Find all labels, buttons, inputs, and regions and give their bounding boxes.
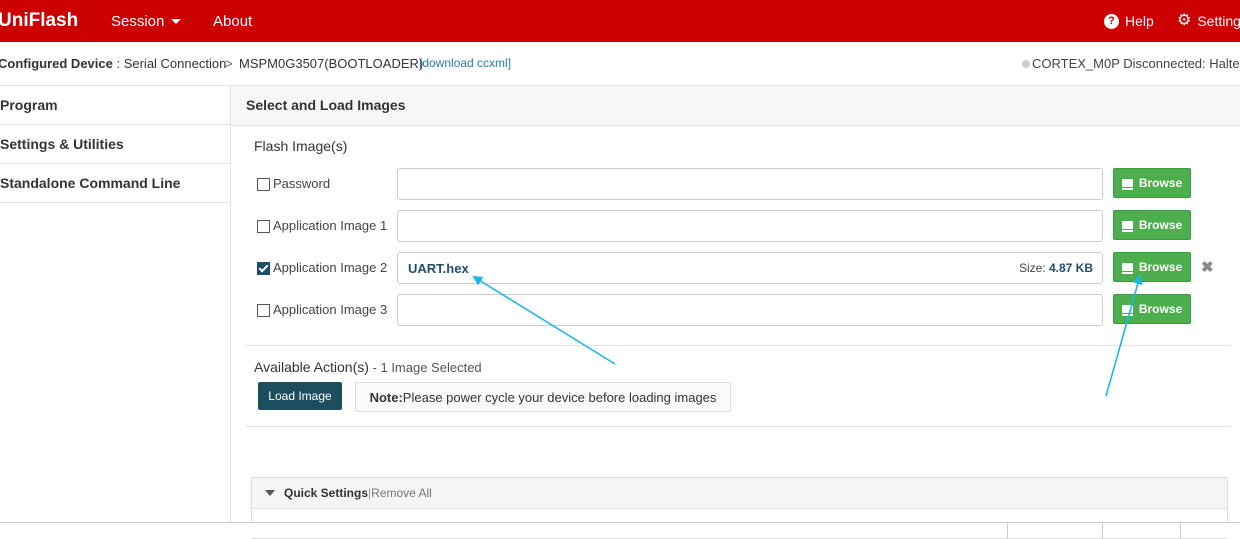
configured-device-label: Configured Device bbox=[0, 56, 113, 71]
load-image-button[interactable]: Load Image bbox=[258, 382, 342, 410]
top-nav-bar: UniFlash Session About ? Help ⚙ Settings bbox=[0, 0, 1240, 42]
power-cycle-note: Note: Please power cycle your device bef… bbox=[355, 382, 731, 412]
app-logo: UniFlash bbox=[0, 0, 92, 42]
app-image-1-checkbox[interactable] bbox=[257, 220, 270, 233]
breadcrumb: Configured Device : Serial Connection > … bbox=[0, 42, 1240, 86]
remove-all-link[interactable]: Remove All bbox=[371, 486, 432, 500]
panel-header: Select and Load Images bbox=[231, 86, 1240, 126]
browse-button-app1[interactable]: Browse bbox=[1113, 210, 1191, 240]
divider bbox=[1102, 523, 1103, 538]
divider bbox=[1180, 523, 1181, 538]
configured-device: Configured Device : Serial Connection bbox=[0, 56, 226, 71]
status-text: CORTEX_M0P Disconnected: Halted bbox=[1032, 56, 1240, 71]
settings-label: Settings bbox=[1197, 13, 1240, 29]
available-actions-title: Available Action(s) - 1 Image Selected bbox=[254, 359, 482, 375]
row-label: Application Image 2 bbox=[273, 260, 388, 275]
browse-label: Browse bbox=[1138, 302, 1183, 316]
bottom-status-bar bbox=[0, 522, 1240, 538]
row-label: Application Image 1 bbox=[273, 218, 388, 233]
app-image-3-checkbox[interactable] bbox=[257, 304, 270, 317]
actions-label: Available Action(s) bbox=[254, 359, 369, 375]
status-dot-icon bbox=[1022, 60, 1030, 68]
quick-settings-label: Quick Settings bbox=[284, 486, 369, 500]
settings-button[interactable]: ⚙ Settings bbox=[1177, 0, 1240, 42]
note-text: Please power cycle your device before lo… bbox=[402, 389, 717, 405]
device-name: MSPM0G3507(BOOTLOADER) bbox=[239, 56, 424, 71]
divider bbox=[246, 426, 1231, 427]
app-image-2-checkbox[interactable] bbox=[257, 262, 270, 275]
browse-button-password[interactable]: Browse bbox=[1113, 168, 1191, 198]
row-label: Application Image 3 bbox=[273, 302, 388, 317]
about-menu[interactable]: About bbox=[213, 0, 252, 42]
row-label: Password bbox=[273, 176, 331, 191]
help-button[interactable]: ? Help bbox=[1104, 0, 1154, 42]
divider bbox=[1007, 523, 1008, 538]
file-name: UART.hex bbox=[408, 261, 469, 276]
session-menu[interactable]: Session bbox=[111, 0, 182, 42]
browse-button-app2[interactable]: Browse bbox=[1113, 252, 1191, 282]
image-row-password: Password Browse bbox=[254, 168, 1240, 200]
sidebar-item-program[interactable]: Program bbox=[0, 86, 230, 125]
gear-icon: ⚙ bbox=[1177, 12, 1192, 29]
browse-label: Browse bbox=[1138, 218, 1183, 232]
sidebar-item-settings-utilities[interactable]: Settings & Utilities bbox=[0, 125, 230, 164]
download-ccxml-link[interactable]: [download ccxml] bbox=[419, 56, 511, 70]
divider bbox=[246, 345, 1231, 346]
app-image-1-file-input[interactable] bbox=[397, 210, 1103, 242]
app-image-3-file-input[interactable] bbox=[397, 294, 1103, 326]
hdd-icon bbox=[1121, 221, 1133, 232]
actions-count: - 1 Image Selected bbox=[368, 360, 482, 375]
file-size: Size: 4.87 KB bbox=[1019, 261, 1093, 275]
breadcrumb-separator: > bbox=[225, 56, 233, 71]
hdd-icon bbox=[1121, 179, 1133, 190]
note-label: Note: bbox=[369, 389, 403, 405]
quick-settings-header[interactable]: Quick Settings | Remove All bbox=[252, 478, 1227, 509]
hdd-icon bbox=[1121, 305, 1133, 316]
size-value: 4.87 KB bbox=[1048, 261, 1093, 275]
sidebar: Program Settings & Utilities Standalone … bbox=[0, 86, 231, 526]
caret-down-icon bbox=[171, 18, 182, 24]
connection-status: CORTEX_M0P Disconnected: Halted bbox=[1022, 56, 1240, 71]
panel-title: Select and Load Images bbox=[246, 97, 406, 113]
browse-label: Browse bbox=[1138, 260, 1183, 274]
triangle-down-icon bbox=[265, 490, 275, 496]
image-row-app2: Application Image 2 UART.hex Size: 4.87 … bbox=[254, 252, 1240, 284]
image-row-app1: Application Image 1 Browse bbox=[254, 210, 1240, 242]
flash-images-title: Flash Image(s) bbox=[254, 138, 348, 154]
browse-button-app3[interactable]: Browse bbox=[1113, 294, 1191, 324]
question-circle-icon: ? bbox=[1104, 13, 1119, 29]
help-label: Help bbox=[1125, 13, 1154, 29]
close-icon[interactable]: ✖ bbox=[1201, 258, 1214, 276]
connection-type: : Serial Connection bbox=[112, 56, 227, 71]
app-image-2-file-input[interactable]: UART.hex Size: 4.87 KB bbox=[397, 252, 1103, 284]
browse-label: Browse bbox=[1138, 176, 1183, 190]
session-label: Session bbox=[111, 12, 165, 30]
image-row-app3: Application Image 3 Browse bbox=[254, 294, 1240, 326]
password-checkbox[interactable] bbox=[257, 178, 270, 191]
password-file-input[interactable] bbox=[397, 168, 1103, 200]
hdd-icon bbox=[1121, 263, 1133, 274]
size-label: Size: bbox=[1018, 261, 1049, 275]
sidebar-item-standalone-command-line[interactable]: Standalone Command Line bbox=[0, 164, 230, 203]
